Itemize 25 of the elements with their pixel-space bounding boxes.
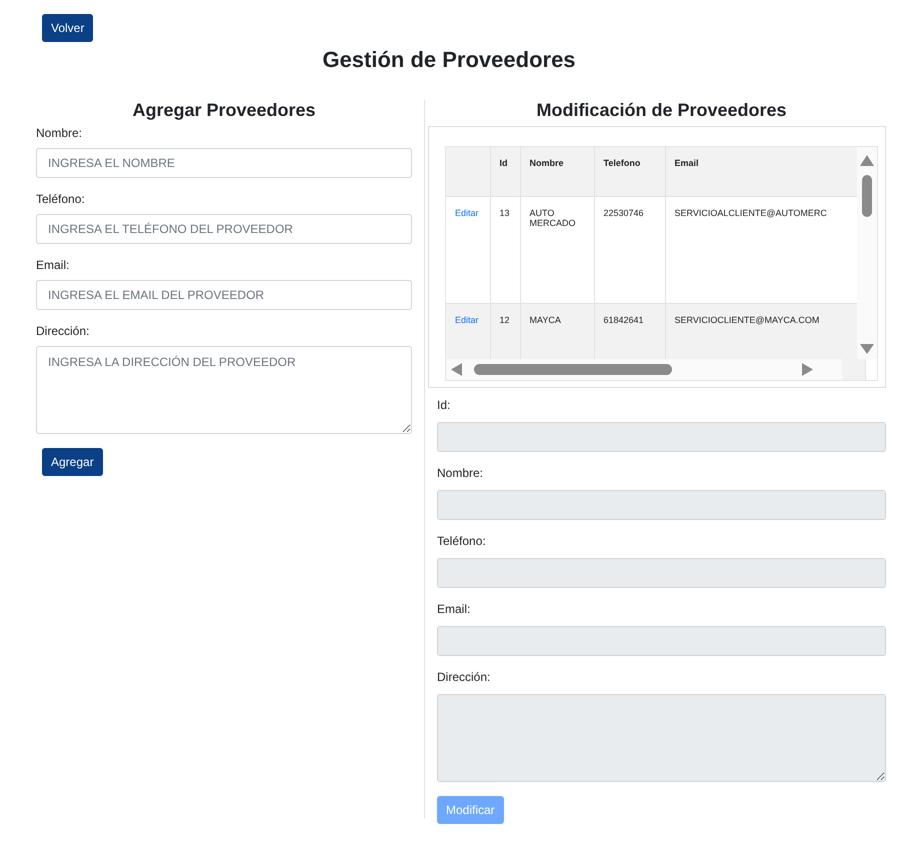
text-field[interactable]: INGRESA EL EMAIL DEL PROVEEDOR (36, 280, 412, 310)
section-title: Modificación de Proveedores (535, 100, 788, 122)
field-label: Dirección: (36, 324, 90, 338)
column-header: Telefono (594, 147, 665, 196)
edit-link[interactable]: Editar (455, 208, 479, 218)
field-label: Teléfono: (437, 534, 487, 548)
vertical-scrollbar[interactable] (860, 155, 874, 354)
field-label: Email: (437, 602, 472, 616)
column-header: Id (490, 147, 520, 196)
column-header: Nombre (520, 147, 594, 196)
field-label: Nombre: (437, 466, 484, 480)
field-label: Email: (36, 258, 70, 272)
add-button[interactable]: Agregar (42, 448, 103, 476)
edit-link[interactable]: Editar (455, 315, 479, 325)
text-field[interactable]: INGRESA EL NOMBRE (36, 148, 412, 178)
address-field[interactable]: INGRESA LA DIRECCIÓN DEL PROVEEDOR (36, 346, 412, 434)
field-label: Nombre: (36, 126, 84, 140)
field-label: Id: (437, 398, 452, 412)
back-button[interactable]: Volver (42, 14, 94, 42)
horizontal-scrollbar[interactable] (451, 363, 813, 376)
section-title: Agregar Proveedores (131, 100, 317, 122)
field-label: Teléfono: (36, 192, 86, 206)
text-field[interactable]: INGRESA EL TELÉFONO DEL PROVEEDOR (36, 214, 412, 244)
field-label: Dirección: (437, 670, 492, 684)
page-title: Gestión de Proveedores (321, 47, 577, 74)
